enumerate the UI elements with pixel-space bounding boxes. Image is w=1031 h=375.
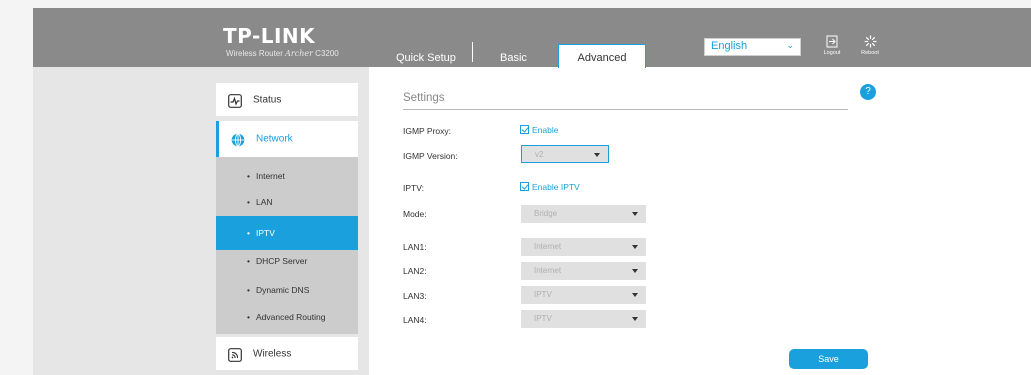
iptv-label: IPTV: [403, 183, 424, 193]
mode-value: Bridge [534, 209, 558, 218]
network-submenu: • Internet • LAN • IPTV • DHCP Server • Dynam… [216, 157, 358, 334]
caret-down-icon [632, 245, 638, 249]
lan2-select[interactable]: Internet [521, 262, 646, 280]
tab-divider [472, 42, 473, 62]
lan3-select[interactable]: IPTV [521, 286, 646, 304]
section-divider [403, 109, 848, 110]
top-header: TP-LINK Wireless Router Archer C3200 Qui… [33, 8, 1031, 69]
igmp-proxy-checkbox[interactable]: Enable [520, 125, 558, 135]
sidebar-item-label: Status [253, 94, 282, 105]
mode-label: Mode: [403, 209, 427, 219]
router-admin-window: TP-LINK Wireless Router Archer C3200 Qui… [33, 8, 1031, 375]
lan4-label: LAN4: [403, 315, 427, 325]
caret-down-icon [632, 293, 638, 297]
caret-down-icon [632, 212, 638, 216]
caret-down-icon [594, 153, 600, 157]
globe-icon [231, 132, 245, 147]
lan4-value: IPTV [534, 314, 552, 323]
model-caption: Wireless Router Archer C3200 [226, 49, 339, 58]
reboot-button[interactable]: Reboot [855, 33, 885, 56]
reboot-icon [855, 33, 885, 49]
caret-down-icon [632, 269, 638, 273]
status-icon [228, 93, 242, 108]
model-prefix: Wireless Router [226, 49, 283, 58]
igmp-proxy-label: IGMP Proxy: [403, 126, 452, 136]
lan4-select[interactable]: IPTV [521, 310, 646, 328]
igmp-version-value: v2 [535, 150, 544, 159]
save-button[interactable]: Save [789, 349, 868, 369]
tab-advanced[interactable]: Advanced [558, 44, 646, 68]
language-select[interactable]: English ⌄ [704, 38, 801, 56]
lan1-select[interactable]: Internet [521, 238, 646, 256]
iptv-check-label: Enable IPTV [532, 182, 580, 192]
lan1-value: Internet [534, 242, 562, 251]
wireless-icon [228, 347, 242, 362]
submenu-item-advanced-routing[interactable]: • Advanced Routing [216, 300, 358, 334]
logout-label: Logout [823, 50, 841, 56]
sidebar-item-label: Network [256, 133, 293, 145]
section-title: Settings [403, 92, 445, 104]
sidebar-item-wireless[interactable]: Wireless [216, 337, 358, 370]
sidebar-item-network[interactable]: Network [216, 121, 358, 157]
logout-icon [817, 33, 847, 49]
lan3-value: IPTV [534, 290, 552, 299]
sidebar-item-status[interactable]: Status [216, 83, 358, 116]
sidebar-item-label: Wireless [253, 348, 292, 359]
igmp-version-label: IGMP Version: [403, 151, 458, 161]
lan2-label: LAN2: [403, 266, 427, 276]
lan2-value: Internet [534, 266, 562, 275]
mode-select[interactable]: Bridge [521, 205, 646, 223]
lan3-label: LAN3: [403, 291, 427, 301]
submenu-item-lan[interactable]: • LAN [216, 185, 358, 219]
iptv-checkbox[interactable]: Enable IPTV [520, 182, 580, 192]
igmp-proxy-check-label: Enable [532, 125, 559, 135]
chevron-down-icon: ⌄ [786, 41, 794, 51]
model-name: Archer [285, 49, 313, 58]
tab-basic[interactable]: Basic [500, 48, 527, 69]
help-button[interactable]: ? [860, 84, 876, 100]
model-number: C3200 [315, 49, 339, 58]
checkbox-icon [520, 125, 529, 134]
lan1-label: LAN1: [403, 242, 427, 252]
tab-quick-setup[interactable]: Quick Setup [396, 48, 456, 69]
logout-button[interactable]: Logout [817, 33, 847, 56]
caret-down-icon [632, 317, 638, 321]
checkbox-icon [520, 182, 529, 191]
igmp-version-select[interactable]: v2 [521, 145, 609, 163]
brand-logo: TP-LINK [223, 24, 316, 48]
reboot-label: Reboot [861, 50, 879, 56]
language-value: English [711, 40, 748, 52]
